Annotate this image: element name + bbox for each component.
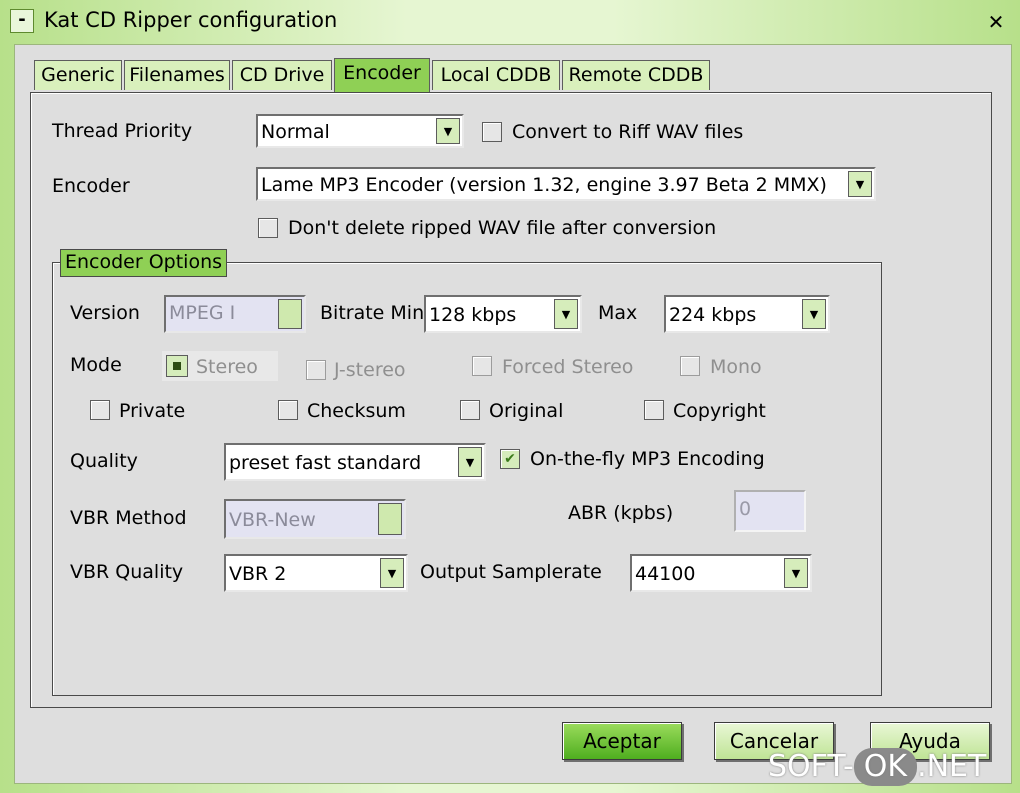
private-label: Private	[119, 400, 186, 422]
vbr-method-select[interactable]: VBR-New	[224, 499, 406, 539]
tab-encoder[interactable]: Encoder	[334, 58, 430, 92]
forced-stereo-radio[interactable]	[472, 356, 492, 376]
chevron-down-icon[interactable]: ▼	[784, 558, 808, 588]
encoder-value: Lame MP3 Encoder (version 1.32, engine 3…	[261, 174, 827, 196]
encoder-label: Encoder	[52, 175, 130, 197]
jstereo-radio[interactable]	[306, 360, 326, 380]
bitrate-min-label: Bitrate Min	[320, 302, 425, 324]
version-value: MPEG I	[169, 302, 236, 324]
watermark-pill: OK	[853, 748, 918, 786]
title-bar: - Kat CD Ripper configuration ✕	[0, 0, 1020, 44]
abr-label: ABR (kpbs)	[568, 502, 674, 524]
vbr-method-label: VBR Method	[70, 507, 187, 529]
watermark: SOFT- OK .NET	[768, 748, 986, 786]
mono-label: Mono	[710, 356, 762, 378]
tab-filenames[interactable]: Filenames	[124, 60, 230, 90]
abr-input[interactable]: 0	[734, 490, 806, 532]
copyright-checkbox[interactable]	[644, 400, 664, 420]
radio-dot-icon	[173, 362, 181, 370]
samplerate-value: 44100	[635, 563, 696, 585]
quality-label: Quality	[70, 450, 138, 472]
encoder-select[interactable]: Lame MP3 Encoder (version 1.32, engine 3…	[256, 167, 876, 201]
encoder-options-title: Encoder Options	[60, 249, 228, 277]
abr-value: 0	[739, 498, 752, 520]
stereo-label: Stereo	[196, 356, 258, 378]
bitrate-min-select[interactable]: 128 kbps ▼	[424, 295, 582, 333]
vbr-method-value: VBR-New	[229, 509, 316, 531]
bitrate-max-value: 224 kbps	[669, 304, 757, 326]
chevron-down-icon[interactable]: ▼	[848, 171, 872, 197]
convert-riff-checkbox[interactable]	[482, 122, 502, 142]
mode-label: Mode	[70, 354, 122, 376]
bitrate-min-value: 128 kbps	[429, 304, 517, 326]
version-label: Version	[70, 302, 140, 324]
onthefly-label: On-the-fly MP3 Encoding	[530, 448, 765, 470]
chevron-down-icon[interactable]: ▼	[436, 118, 460, 144]
vbr-quality-select[interactable]: VBR 2 ▼	[224, 554, 408, 592]
watermark-left: SOFT-	[768, 749, 854, 784]
bitrate-max-select[interactable]: 224 kbps ▼	[664, 295, 830, 333]
close-button[interactable]: ✕	[982, 9, 1010, 35]
watermark-right: .NET	[917, 749, 987, 784]
jstereo-label: J-stereo	[334, 359, 406, 381]
onthefly-checkbox[interactable]: ✔	[500, 449, 520, 469]
mono-radio[interactable]	[680, 356, 700, 376]
checksum-checkbox[interactable]	[278, 400, 298, 420]
dont-delete-wav-checkbox[interactable]	[258, 218, 278, 238]
system-menu-button[interactable]: -	[10, 9, 34, 33]
private-checkbox[interactable]	[90, 400, 110, 420]
dropdown-button-icon[interactable]	[278, 299, 302, 329]
chevron-down-icon[interactable]: ▼	[380, 558, 404, 588]
convert-riff-label: Convert to Riff WAV files	[512, 121, 744, 143]
chevron-down-icon[interactable]: ▼	[554, 299, 578, 329]
checkmark-icon: ✔	[504, 451, 516, 467]
forced-stereo-label: Forced Stereo	[502, 356, 634, 378]
stereo-radio[interactable]	[166, 355, 188, 377]
samplerate-select[interactable]: 44100 ▼	[630, 554, 812, 592]
tab-cd-drive[interactable]: CD Drive	[232, 60, 332, 90]
quality-select[interactable]: preset fast standard ▼	[224, 443, 486, 481]
vbr-quality-label: VBR Quality	[70, 561, 184, 583]
thread-priority-label: Thread Priority	[52, 120, 193, 142]
tab-local-cddb[interactable]: Local CDDB	[432, 60, 560, 90]
chevron-down-icon[interactable]: ▼	[458, 447, 482, 477]
dont-delete-wav-label: Don't delete ripped WAV file after conve…	[288, 217, 717, 239]
thread-priority-value: Normal	[261, 121, 330, 143]
max-label: Max	[598, 302, 638, 324]
config-window: - Kat CD Ripper configuration ✕ Generic …	[0, 0, 1020, 793]
chevron-down-icon[interactable]: ▼	[802, 299, 826, 329]
vbr-quality-value: VBR 2	[229, 563, 287, 585]
samplerate-label: Output Samplerate	[420, 561, 602, 583]
window-title: Kat CD Ripper configuration	[44, 8, 338, 32]
dropdown-button-icon[interactable]	[378, 503, 402, 535]
ok-button[interactable]: Aceptar	[562, 722, 682, 760]
original-label: Original	[489, 400, 564, 422]
tab-remote-cddb[interactable]: Remote CDDB	[562, 60, 710, 90]
quality-value: preset fast standard	[229, 452, 422, 474]
version-select[interactable]: MPEG I	[164, 295, 306, 333]
checksum-label: Checksum	[307, 400, 406, 422]
original-checkbox[interactable]	[460, 400, 480, 420]
thread-priority-select[interactable]: Normal ▼	[256, 114, 464, 148]
tab-generic[interactable]: Generic	[34, 60, 122, 90]
copyright-label: Copyright	[673, 400, 766, 422]
